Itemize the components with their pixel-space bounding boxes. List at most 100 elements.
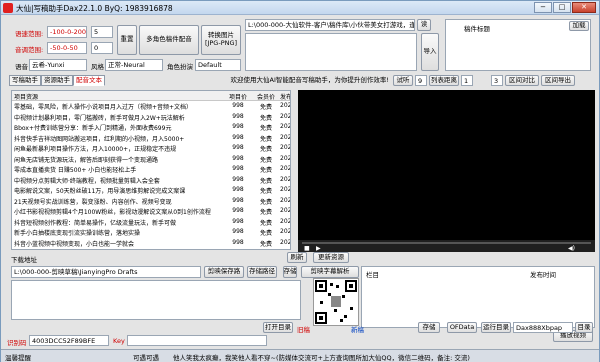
table-cell: 998: [232, 102, 244, 109]
table-cell: 2022-06-11: [280, 186, 290, 193]
col-publish-time: 发布时间: [280, 94, 291, 101]
number-field[interactable]: 3: [491, 75, 503, 86]
tab-dubbing-text[interactable]: 配音文本: [73, 75, 105, 86]
close-button[interactable]: ✕: [572, 2, 596, 13]
col-resource: 项目资源: [14, 94, 39, 101]
table-cell: 免费: [259, 219, 272, 227]
status-bar: 温馨提醒 可遇可遇 他人笑我太疯癫，我笑他人看不穿~(防媒体交流可+上方查询图所…: [1, 349, 599, 362]
count-field-2[interactable]: 1: [461, 75, 473, 86]
table-row[interactable]: 电影解说文案，50天粉丝破11万，用导演思维剪解说完成文案课 998 免费 2022-…: [12, 186, 290, 196]
draft-text-area[interactable]: [11, 280, 301, 320]
table-row[interactable]: 抖音快手吉祥动图网站搬运项目，红利期的小视频，月入5000+ 998 免费 2022-…: [12, 134, 290, 144]
table-cell: 免费: [259, 188, 272, 195]
resource-table[interactable]: 项目资源 项目价 会员价 发布时间 零基础，零风险，新人操作小说项目月入过万（视…: [11, 90, 291, 250]
multi-role-dub-button[interactable]: 多角色稿件配音: [139, 25, 199, 55]
count-field-1[interactable]: 9: [415, 75, 427, 86]
table-cell: 2022-06-11: [280, 102, 290, 109]
download-label: 下载地址: [11, 256, 37, 264]
table-cell: 中视频分点剪辑大师·终端教程，视频批量剪辑入会全套: [14, 177, 160, 185]
id-code-field[interactable]: 4003DCC52F89BFE: [29, 335, 109, 346]
reset-button[interactable]: 重置: [117, 25, 137, 55]
table-cell: 2022-06-11: [280, 207, 290, 214]
draft-path-field[interactable]: L:\000-000-剪映草稿\JianyingPro Drafts: [11, 266, 201, 278]
speed-value-field[interactable]: 5: [91, 26, 113, 38]
ofdata-button[interactable]: OFData: [447, 322, 477, 333]
table-cell: Bbox+付费训练营分享：新手入门到精通，外面收费699元: [14, 125, 172, 132]
script-path-field[interactable]: L:\000-000-大仙软件-客户\稿件库\小伙带美女打游戏，逢料: [245, 19, 415, 31]
table-row[interactable]: 小红书影视视频剪辑4个月100W粉丝，影视动漫解说文案从0到1创作流程 998 免费…: [12, 207, 290, 217]
update-resources-button[interactable]: 更新资源: [313, 252, 349, 263]
section-export-button[interactable]: 区间导出: [541, 75, 575, 86]
table-cell: 抖音短视频创作教程：简单易操作，亿级流量玩法，新手可做: [14, 219, 177, 227]
table-cell: 998: [232, 238, 244, 246]
table-cell: 2022-06-11: [280, 228, 290, 235]
dir-button[interactable]: 目录: [575, 322, 593, 333]
table-cell: 998: [232, 186, 244, 193]
table-row[interactable]: 零基础，零风险，新人操作小说项目月入过万（视频+音频+文档） 998 免费 2022-…: [12, 102, 290, 112]
table-cell: 998: [232, 207, 244, 214]
col-price: 项目价: [228, 94, 247, 101]
table-cell: 2022-06-11: [280, 123, 290, 130]
jianying-save-path-button[interactable]: 剪映保存路: [204, 266, 244, 278]
storage-path-button[interactable]: 存储路径: [247, 266, 277, 278]
pitch-range-field[interactable]: -50-0-50: [47, 42, 87, 54]
list-distance-button[interactable]: 列表距离: [429, 75, 459, 86]
role-select[interactable]: Default: [195, 59, 241, 71]
key-label: Key: [113, 337, 125, 345]
table-row[interactable]: 中视频分点剪辑大师·终端教程，视频批量剪辑入会全套 998 免费 2022-06-11: [12, 176, 290, 186]
table-cell: 免费: [259, 104, 272, 111]
convert-image-button[interactable]: 转换图片 [JPG-PNG]: [201, 25, 241, 55]
speed-range-field[interactable]: -100-0-200: [47, 26, 87, 38]
column-list[interactable]: 栏目 发布时间: [361, 266, 595, 328]
load-button[interactable]: 加载: [569, 21, 589, 31]
minimize-button[interactable]: −: [534, 2, 552, 13]
qr-code: [313, 278, 359, 326]
table-row[interactable]: 闲鱼最新暴利项目操作方法，月入10000+，正规稳定不违规 998 免费 2022-0…: [12, 144, 290, 154]
video-player[interactable]: [298, 90, 595, 240]
maximize-button[interactable]: □: [553, 2, 571, 13]
volume-icon[interactable]: ◀): [568, 245, 575, 252]
style-select[interactable]: 正常-Neural: [105, 59, 163, 71]
table-cell: 免费: [259, 240, 272, 248]
table-cell: 电影解说文案，50天粉丝破11万，用导演思维剪解说完成文案课: [14, 188, 186, 195]
table-row[interactable]: 抖音短视频创作教程：简单易操作，亿级流量玩法，新手可做 998 免费 2022-06-…: [12, 218, 290, 228]
import-button[interactable]: 导入: [421, 33, 439, 71]
play-icon[interactable]: ▶: [316, 245, 321, 252]
table-cell: 2022-06-11: [280, 165, 290, 172]
run-value-field[interactable]: Dax888Xbpap: [513, 322, 573, 333]
subtitle-parse-button[interactable]: 剪映字幕解析: [301, 266, 359, 278]
run-dir-button[interactable]: 运行目录: [481, 322, 511, 333]
table-cell: 2022-06-11: [280, 112, 290, 120]
table-row[interactable]: 闲鱼无店铺无货源玩法，解答后即刻获得一个变现通路 998 免费 2022-06-11: [12, 155, 290, 165]
progress-bar[interactable]: [302, 242, 591, 244]
col-member-price: 会员价: [256, 94, 275, 101]
tab-writing[interactable]: 写稿助手: [9, 75, 41, 86]
pitch-value-field[interactable]: 0: [91, 42, 113, 54]
table-cell: 闲鱼最新暴利项目操作方法，月入10000+，正规稳定不违规: [14, 146, 177, 153]
welcome-text: 欢迎使用大仙AI智能配音写稿助手，为你提升创作效率!: [230, 76, 389, 84]
refresh-button[interactable]: 刷新: [287, 252, 307, 263]
table-row[interactable]: 零成本直播卖货 日赚500+ 小白也能轻松上手 998 免费 2022-06-11: [12, 165, 290, 175]
tab-resources[interactable]: 资源助手: [41, 75, 73, 86]
table-row[interactable]: Bbox+付费训练营分享：新手入门到精通，外面收费699元 998 免费 2022-0…: [12, 123, 290, 133]
stop-icon[interactable]: ■: [304, 245, 310, 252]
save-button[interactable]: 存储: [418, 322, 440, 333]
read-button[interactable]: 读: [417, 19, 431, 31]
section-compare-button[interactable]: 区间对比: [505, 75, 539, 86]
table-cell: 2022-06-11: [280, 238, 290, 246]
store-button[interactable]: 存储: [283, 266, 297, 278]
table-cell: 抖音快手吉祥动图网站搬运项目，红利期的小视频，月入5000+: [14, 135, 185, 143]
listen-button[interactable]: 试听: [393, 75, 413, 86]
open-dir-button[interactable]: 打开目录: [263, 322, 293, 333]
voice-select[interactable]: 云希-Yunxi: [29, 59, 87, 71]
table-row[interactable]: 21天视频号实战训练营，裂变涨粉、内容创作、视频号变现 998 免费 2022-06-…: [12, 197, 290, 207]
table-row[interactable]: 中视频计划暴利项目，零门槛搬砖，新手可做月入2W+玩法解析 998 免费 2022-0…: [12, 113, 290, 123]
table-cell: 零基础，零风险，新人操作小说项目月入过万（视频+音频+文档）: [14, 104, 193, 111]
table-row[interactable]: 新手小白抽楼底变现引流实操训练营，落地实操 998 免费 2022-06-11: [12, 228, 290, 238]
script-text-area[interactable]: [245, 33, 417, 71]
table-row[interactable]: 抖音小蓝视频中视频变现，小白也能一学就会 998 免费 2022-06-11: [12, 239, 290, 249]
app-window: 大仙|写稿助手Dax22.1.0 ByQ: 1983916878 − □ ✕ 语…: [0, 0, 600, 362]
table-cell: 免费: [259, 135, 272, 143]
table-cell: 2022-06-11: [280, 175, 290, 183]
key-field[interactable]: [127, 335, 267, 346]
